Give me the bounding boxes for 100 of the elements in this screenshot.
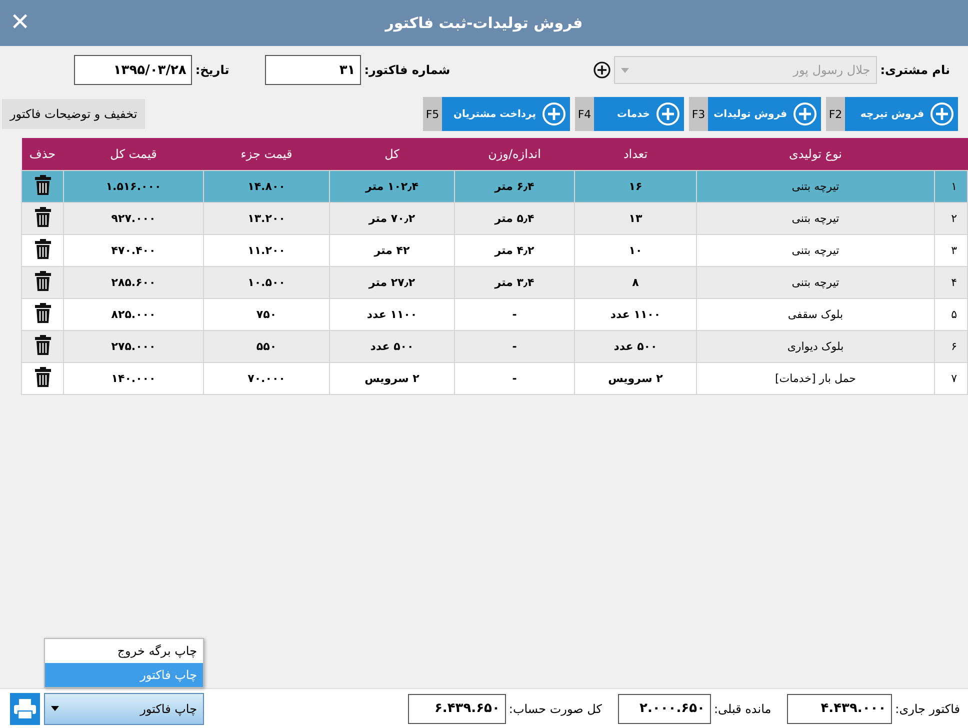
- add-button[interactable]: فروش تولیدات: [708, 97, 821, 131]
- row-number: ۵: [934, 298, 968, 330]
- column-header: نوع تولیدی: [696, 138, 934, 170]
- table-cell: ۹۲۷.۰۰۰: [64, 202, 204, 234]
- table-cell: ۷۰٫۲ متر: [330, 202, 454, 234]
- table-cell: ۴۲ متر: [330, 234, 454, 266]
- table-cell: بلوک دیواری: [696, 330, 934, 362]
- table-cell: ۵٫۴ متر: [454, 202, 574, 234]
- column-header: کل: [330, 138, 454, 170]
- date-label: تاریخ:: [195, 63, 230, 77]
- column-header: حذف: [22, 138, 64, 170]
- trash-icon[interactable]: [34, 238, 50, 258]
- print-dropdown[interactable]: چاپ فاکتور: [44, 692, 204, 724]
- row-number: ۳: [934, 234, 968, 266]
- column-header: [934, 138, 968, 170]
- menu-item[interactable]: چاپ برگه خروج: [45, 639, 203, 663]
- table-cell: تیرچه بتنی: [696, 266, 934, 298]
- table-cell: ۸۲۵.۰۰۰: [64, 298, 204, 330]
- plus-circle-icon: [793, 102, 817, 126]
- caret-icon: [621, 68, 630, 72]
- printer-button[interactable]: [10, 692, 40, 724]
- customer-label: نام مشتری:: [880, 63, 950, 77]
- add-button[interactable]: فروش تیرچه: [845, 97, 958, 131]
- invoice-number-field[interactable]: ۳۱: [265, 55, 362, 85]
- table-cell: ۱۴۰.۰۰۰: [64, 362, 204, 394]
- column-header: اندازه/وزن: [454, 138, 574, 170]
- row-number: ۷: [934, 362, 968, 394]
- column-header: تعداد: [574, 138, 696, 170]
- table-cell: ۵۰۰ عدد: [330, 330, 454, 362]
- table-cell: تیرچه بتنی: [696, 170, 934, 202]
- table-cell: -: [454, 298, 574, 330]
- caret-icon: [51, 706, 59, 711]
- trash-icon[interactable]: [34, 270, 50, 290]
- table-cell: ۲ سرویس: [574, 362, 696, 394]
- table-cell: ۲۷۵.۰۰۰: [64, 330, 204, 362]
- row-number: ۶: [934, 330, 968, 362]
- total-label: مانده قبلی:: [714, 702, 772, 716]
- table-cell: ۶٫۴ متر: [454, 170, 574, 202]
- table-cell: ۵۰۰ عدد: [574, 330, 696, 362]
- table-cell: ۱۶: [574, 170, 696, 202]
- table-cell: ۱۳.۲۰۰: [204, 202, 330, 234]
- row-number: ۴: [934, 266, 968, 298]
- table-row[interactable]: ۲ تیرچه بتنی ۱۳ ۵٫۴ متر ۷۰٫۲ متر ۱۳.۲۰۰ ۹۲۷.۰۰۰: [22, 202, 968, 234]
- discount-button[interactable]: تخفیف و توضیحات فاکتور: [2, 99, 146, 129]
- table-cell: ۸: [574, 266, 696, 298]
- table-cell: تیرچه بتنی: [696, 202, 934, 234]
- row-number: ۱: [934, 170, 968, 202]
- table-cell: ۴۷۰.۴۰۰: [64, 234, 204, 266]
- total-field: ۲.۰۰۰.۶۵۰: [618, 694, 711, 724]
- date-field[interactable]: ۱۳۹۵/۰۳/۲۸: [74, 55, 192, 85]
- table-cell: حمل بار [خدمات]: [696, 362, 934, 394]
- close-button[interactable]: ✕: [6, 8, 34, 36]
- table-row[interactable]: ۴ تیرچه بتنی ۸ ۳٫۴ متر ۲۷٫۲ متر ۱۰.۵۰۰ ۲۸۵.۶۰۰: [22, 266, 968, 298]
- table-cell: ۱.۵۱۶.۰۰۰: [64, 170, 204, 202]
- total-field: ۶.۴۳۹.۶۵۰: [408, 694, 506, 724]
- total-field: ۴.۴۳۹.۰۰۰: [787, 694, 892, 724]
- plus-circle-icon: [656, 102, 680, 126]
- add-button[interactable]: پرداخت مشتریان: [442, 97, 570, 131]
- trash-icon[interactable]: [34, 174, 50, 194]
- table-cell: -: [454, 362, 574, 394]
- shortcut-key: F3: [689, 97, 708, 131]
- table-cell: ۷۵۰: [204, 298, 330, 330]
- add-button[interactable]: خدمات: [594, 97, 684, 131]
- table-cell: ۷۰.۰۰۰: [204, 362, 330, 394]
- window-title: فروش تولیدات-ثبت فاکتور: [385, 14, 583, 32]
- plus-circle-icon: [542, 102, 566, 126]
- trash-icon[interactable]: [34, 302, 50, 322]
- table-cell: ۴٫۲ متر: [454, 234, 574, 266]
- shortcut-key: F2: [826, 97, 845, 131]
- table-row[interactable]: ۷ حمل بار [خدمات] ۲ سرویس - ۲ سرویس ۷۰.۰۰۰ ۱۴۰.۰۰۰: [22, 362, 968, 394]
- table-cell: ۱۱۰۰ عدد: [574, 298, 696, 330]
- table-cell: ۱۰۲٫۴ متر: [330, 170, 454, 202]
- plus-circle-icon: [930, 102, 954, 126]
- add-circle-icon[interactable]: [593, 61, 612, 79]
- trash-icon[interactable]: [34, 334, 50, 354]
- trash-icon[interactable]: [34, 366, 50, 386]
- table-cell: ۱۱۰۰ عدد: [330, 298, 454, 330]
- table-row[interactable]: ۶ بلوک دیواری ۵۰۰ عدد - ۵۰۰ عدد ۵۵۰ ۲۷۵.۰۰۰: [22, 330, 968, 362]
- table-cell: ۳٫۴ متر: [454, 266, 574, 298]
- table-row[interactable]: ۱ تیرچه بتنی ۱۶ ۶٫۴ متر ۱۰۲٫۴ متر ۱۴.۸۰۰ ۱.۵۱۶.۰۰۰: [22, 170, 968, 202]
- table-cell: ۲۸۵.۶۰۰: [64, 266, 204, 298]
- total-label: کل صورت حساب:: [508, 702, 602, 716]
- table-cell: -: [454, 330, 574, 362]
- table-cell: ۱۰.۵۰۰: [204, 266, 330, 298]
- column-header: قیمت جزء: [204, 138, 330, 170]
- table-cell: ۱۳: [574, 202, 696, 234]
- table-cell: ۵۵۰: [204, 330, 330, 362]
- row-number: ۲: [934, 202, 968, 234]
- shortcut-key: F4: [575, 97, 594, 131]
- table-cell: بلوک سقفی: [696, 298, 934, 330]
- table-row[interactable]: ۳ تیرچه بتنی ۱۰ ۴٫۲ متر ۴۲ متر ۱۱.۲۰۰ ۴۷۰.۴۰۰: [22, 234, 968, 266]
- table-cell: ۱۴.۸۰۰: [204, 170, 330, 202]
- table-cell: ۱۱.۲۰۰: [204, 234, 330, 266]
- shortcut-key: F5: [423, 97, 442, 131]
- total-label: فاکتور جاری:: [895, 702, 960, 716]
- printer-icon: [13, 698, 37, 720]
- invoice-number-label: شماره فاکتور:: [364, 63, 450, 77]
- table-cell: ۲ سرویس: [330, 362, 454, 394]
- table-row[interactable]: ۵ بلوک سقفی ۱۱۰۰ عدد - ۱۱۰۰ عدد ۷۵۰ ۸۲۵.۰۰۰: [22, 298, 968, 330]
- trash-icon[interactable]: [34, 206, 50, 226]
